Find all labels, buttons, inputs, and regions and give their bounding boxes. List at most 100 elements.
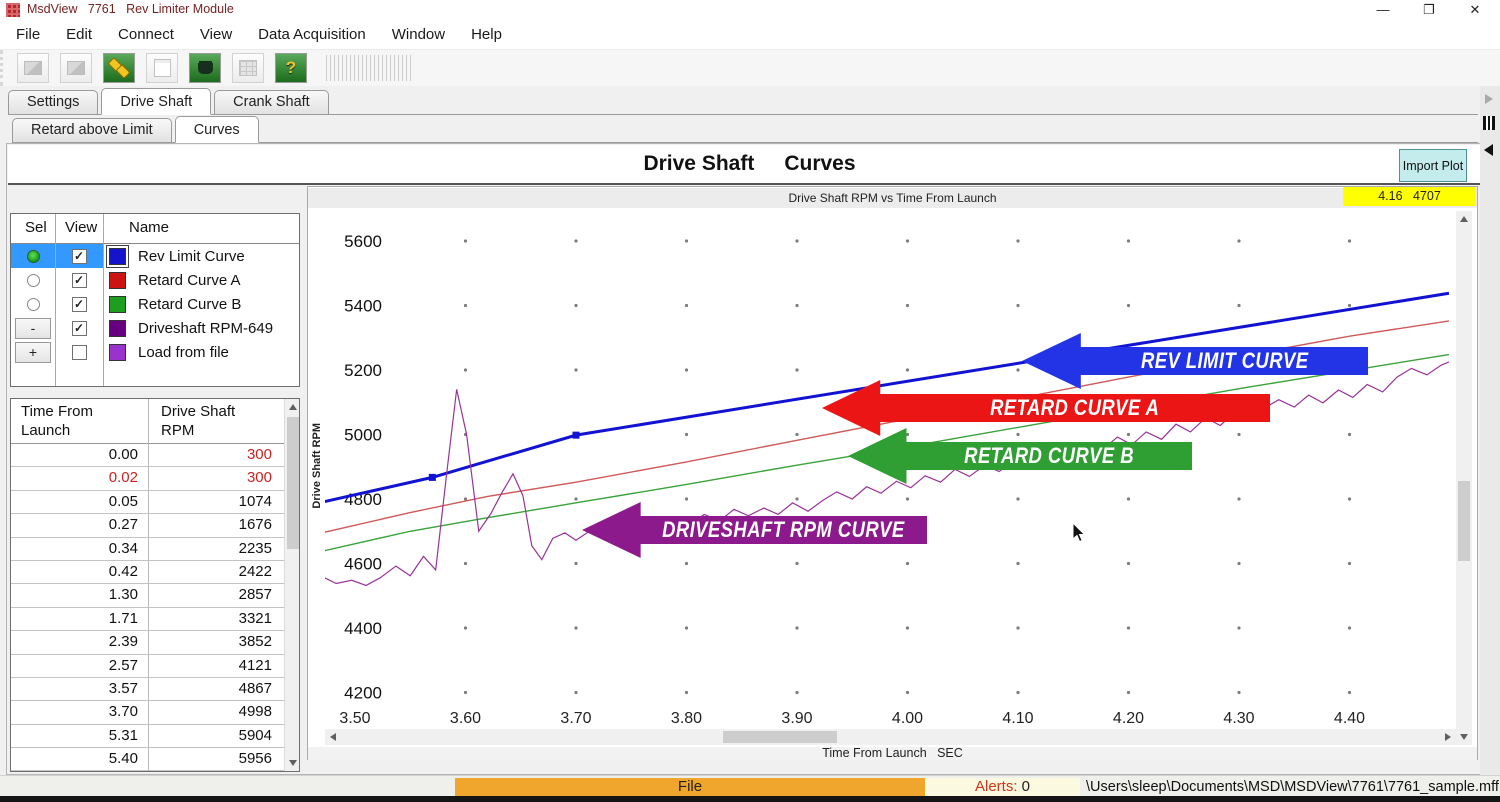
tab-settings[interactable]: Settings bbox=[8, 90, 98, 114]
grid-dot bbox=[1016, 626, 1019, 629]
time-cell[interactable]: 2.57 bbox=[11, 655, 148, 677]
rpm-cell[interactable]: 2422 bbox=[148, 561, 284, 583]
time-cell[interactable]: 0.34 bbox=[11, 538, 148, 560]
curve-color-swatch[interactable] bbox=[109, 272, 126, 289]
select-radio[interactable] bbox=[27, 274, 40, 287]
rpm-cell[interactable]: 4121 bbox=[148, 655, 284, 677]
grid-dot bbox=[1127, 626, 1130, 629]
rpm-cell[interactable]: 1676 bbox=[148, 514, 284, 536]
time-cell[interactable]: 5.40 bbox=[11, 748, 148, 770]
rpm-cell[interactable]: 3321 bbox=[148, 608, 284, 630]
rpm-cell[interactable]: 4867 bbox=[148, 678, 284, 700]
rpm-cell[interactable]: 5904 bbox=[148, 725, 284, 747]
x-axis-title: Time From Launch SEC bbox=[308, 747, 1477, 760]
time-cell[interactable]: 1.71 bbox=[11, 608, 148, 630]
remove-curve-button[interactable]: - bbox=[15, 318, 51, 339]
tab-crank-shaft[interactable]: Crank Shaft bbox=[214, 90, 329, 114]
grid-dot bbox=[1237, 497, 1240, 500]
import-plot-button[interactable]: Import Plot bbox=[1399, 149, 1467, 182]
rpm-cell[interactable]: 300 bbox=[148, 467, 284, 489]
close-button[interactable]: ✕ bbox=[1458, 0, 1492, 20]
status-alerts: Alerts: 0 bbox=[925, 778, 1080, 796]
scroll-up-icon[interactable] bbox=[289, 404, 297, 410]
menu-data-acquisition[interactable]: Data Acquisition bbox=[258, 26, 366, 43]
y-tick-label: 5000 bbox=[344, 426, 382, 445]
view-checkbox[interactable]: ✓ bbox=[72, 321, 87, 336]
table-column-divider bbox=[148, 399, 149, 771]
rpm-cell[interactable]: 2235 bbox=[148, 538, 284, 560]
tab-curves[interactable]: Curves bbox=[175, 116, 259, 143]
tab-drive-shaft[interactable]: Drive Shaft bbox=[101, 88, 211, 115]
save-device-icon bbox=[198, 63, 213, 74]
restore-button[interactable]: ❐ bbox=[1412, 0, 1446, 20]
scrollbar-thumb[interactable] bbox=[723, 731, 837, 743]
curve-color-swatch[interactable] bbox=[109, 320, 126, 337]
toolbar-connect-button[interactable] bbox=[103, 53, 135, 83]
toolbar-new-button[interactable] bbox=[146, 53, 178, 83]
window-bottom-edge bbox=[0, 796, 1500, 802]
grid-dot bbox=[685, 626, 688, 629]
rpm-cell[interactable]: 4998 bbox=[148, 701, 284, 723]
menu-file[interactable]: File bbox=[16, 26, 40, 43]
time-cell[interactable]: 2.39 bbox=[11, 631, 148, 653]
time-cell[interactable]: 1.30 bbox=[11, 584, 148, 606]
annotation-label: DRIVESHAFT RPM CURVE bbox=[663, 517, 905, 543]
view-checkbox[interactable]: ✓ bbox=[72, 297, 87, 312]
view-checkbox[interactable]: ✓ bbox=[72, 249, 87, 264]
grid-dot bbox=[906, 304, 909, 307]
expand-right-icon[interactable] bbox=[1485, 94, 1493, 104]
time-cell[interactable]: 0.27 bbox=[11, 514, 148, 536]
menu-view[interactable]: View bbox=[200, 26, 232, 43]
time-cell[interactable]: 3.57 bbox=[11, 678, 148, 700]
rpm-cell[interactable]: 5956 bbox=[148, 748, 284, 770]
grid-dot bbox=[1016, 304, 1019, 307]
toolbar-help-button[interactable]: ? bbox=[275, 53, 307, 83]
scrollbar-thumb[interactable] bbox=[287, 417, 299, 549]
rpm-cell[interactable]: 2857 bbox=[148, 584, 284, 606]
menu-help[interactable]: Help bbox=[471, 26, 502, 43]
add-curve-button[interactable]: + bbox=[15, 342, 51, 363]
scroll-up-icon[interactable] bbox=[1460, 216, 1468, 222]
menu-connect[interactable]: Connect bbox=[118, 26, 174, 43]
alerts-label: Alerts: bbox=[975, 778, 1018, 795]
chart-horizontal-scrollbar[interactable] bbox=[325, 729, 1456, 745]
rpm-cell[interactable]: 1074 bbox=[148, 491, 284, 513]
curve-color-swatch[interactable] bbox=[109, 248, 126, 265]
select-radio[interactable] bbox=[27, 298, 40, 311]
select-radio[interactable] bbox=[27, 250, 40, 263]
status-file-badge: File bbox=[455, 778, 925, 796]
menu-window[interactable]: Window bbox=[392, 26, 445, 43]
menu-edit[interactable]: Edit bbox=[66, 26, 92, 43]
time-cell[interactable]: 0.05 bbox=[11, 491, 148, 513]
time-cell[interactable]: 0.00 bbox=[11, 444, 148, 466]
scroll-right-icon[interactable] bbox=[1445, 733, 1451, 741]
time-cell[interactable]: 5.31 bbox=[11, 725, 148, 747]
collapse-left-icon[interactable] bbox=[1484, 144, 1493, 156]
rpm-cell[interactable]: 300 bbox=[148, 444, 284, 466]
toolbar-save-device-button[interactable] bbox=[189, 53, 221, 83]
grid-dot bbox=[1237, 691, 1240, 694]
chart-disabled-icon bbox=[24, 61, 42, 75]
grid-dot bbox=[906, 626, 909, 629]
grid-dot bbox=[1348, 691, 1351, 694]
curve-color-swatch[interactable] bbox=[109, 296, 126, 313]
tab-retard-above-limit[interactable]: Retard above Limit bbox=[12, 118, 172, 142]
grid-dot bbox=[1127, 562, 1130, 565]
time-cell[interactable]: 0.02 bbox=[11, 467, 148, 489]
curve-color-swatch[interactable] bbox=[109, 344, 126, 361]
minimize-button[interactable]: — bbox=[1366, 0, 1400, 20]
time-cell[interactable]: 0.42 bbox=[11, 561, 148, 583]
view-checkbox[interactable] bbox=[72, 345, 87, 360]
scroll-down-icon[interactable] bbox=[1460, 734, 1468, 740]
splitter-grip-icon[interactable] bbox=[1483, 116, 1495, 130]
scroll-down-icon[interactable] bbox=[289, 760, 297, 766]
time-cell[interactable]: 3.70 bbox=[11, 701, 148, 723]
scroll-left-icon[interactable] bbox=[330, 733, 336, 741]
table-scrollbar[interactable] bbox=[284, 399, 300, 771]
chart-vertical-scrollbar[interactable] bbox=[1456, 211, 1472, 745]
view-checkbox[interactable]: ✓ bbox=[72, 273, 87, 288]
grid-dot bbox=[574, 304, 577, 307]
rpm-cell[interactable]: 3852 bbox=[148, 631, 284, 653]
side-splitter[interactable] bbox=[1480, 86, 1500, 775]
scrollbar-thumb[interactable] bbox=[1458, 481, 1470, 561]
